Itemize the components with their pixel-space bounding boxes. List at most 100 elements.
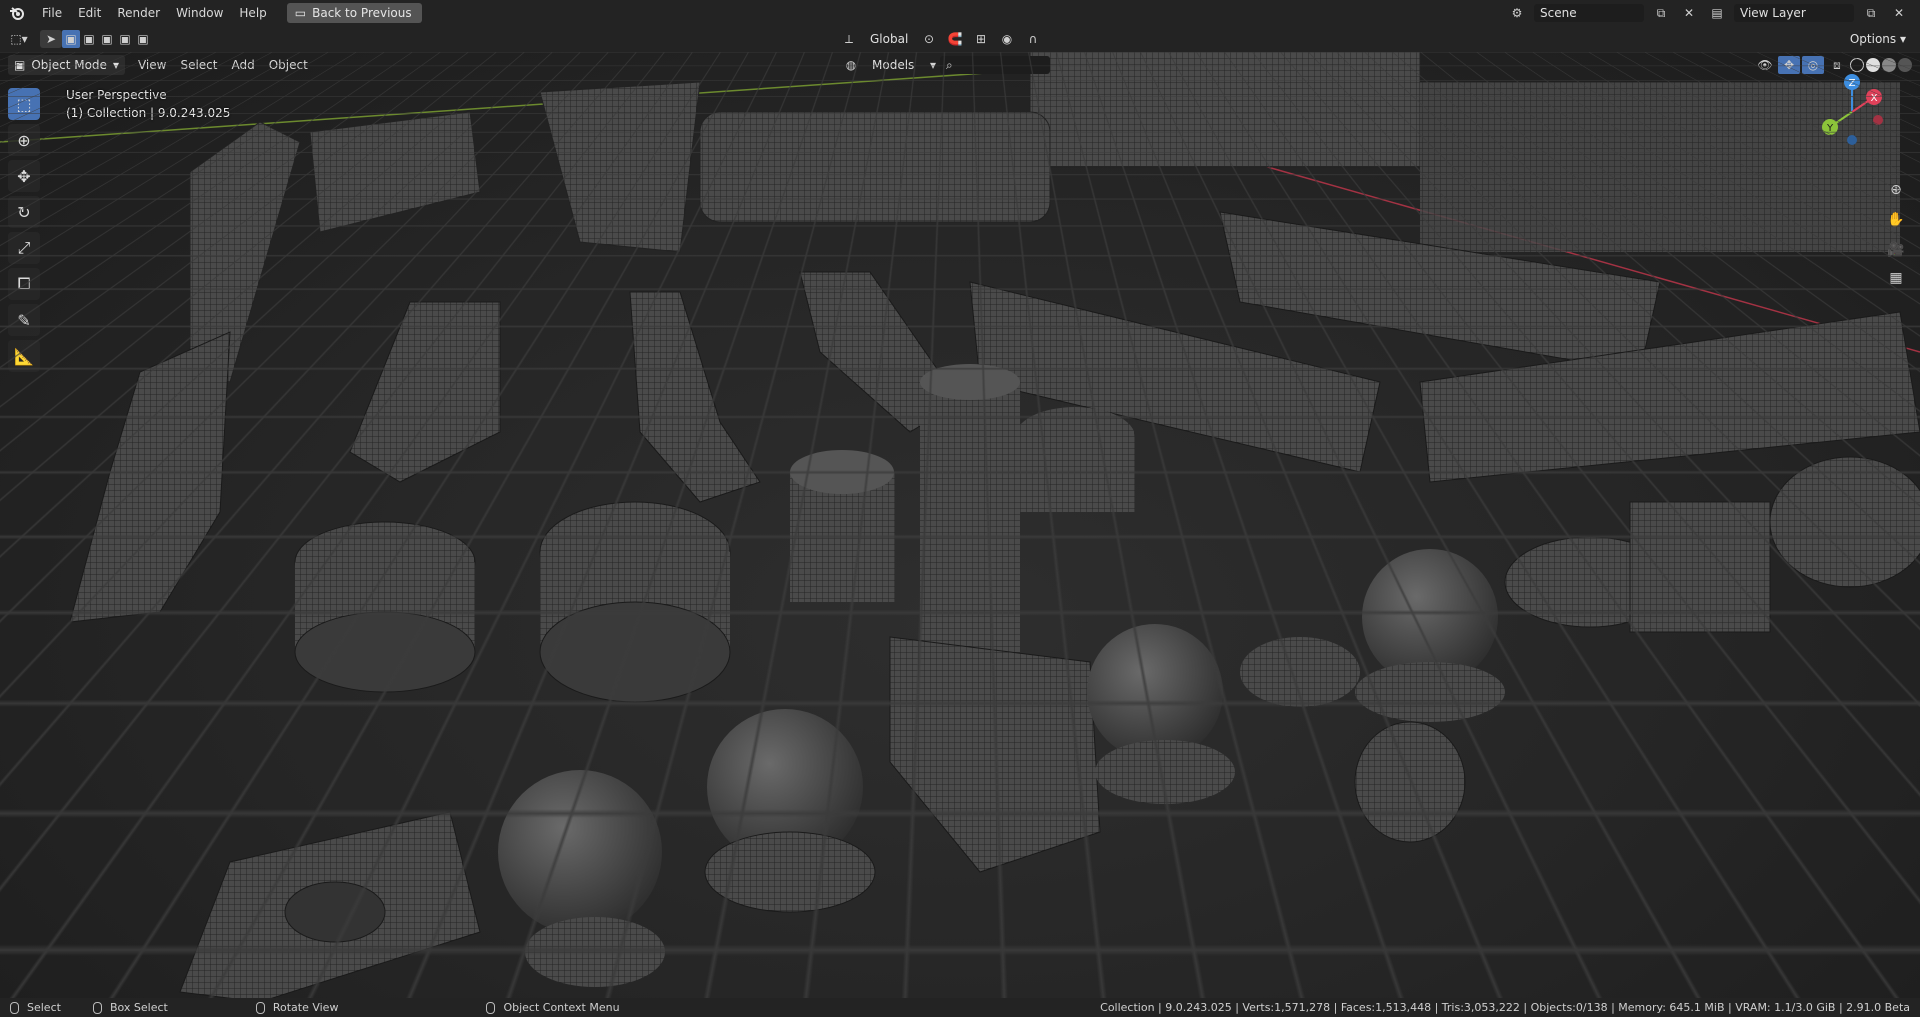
object-mode-select[interactable]: ▣ Object Mode ▾	[8, 55, 125, 75]
scene-controls: ⚙ Scene ⧉ ✕ ▤ View Layer ⧉ ✕	[1506, 0, 1920, 26]
navigation-gizmo[interactable]: Z Y X	[1812, 72, 1892, 152]
view-layer-field[interactable]: View Layer	[1734, 4, 1854, 22]
link-arm-left[interactable]	[69, 331, 231, 623]
status-rotate-view: Rotate View	[272, 1001, 339, 1014]
3d-viewport[interactable]: User Perspective (1) Collection | 9.0.24…	[0, 52, 1920, 998]
blender-logo-icon[interactable]	[0, 0, 34, 26]
transform-orientation-select[interactable]: Global	[864, 30, 914, 48]
options-dropdown[interactable]: Options ▾	[1844, 30, 1910, 48]
back-to-previous-button[interactable]: ▭ Back to Previous	[286, 3, 422, 23]
falloff-icon[interactable]: ∩	[1022, 30, 1044, 48]
options-group: Options ▾	[1844, 26, 1920, 52]
search-input[interactable]: ⌕	[940, 56, 1051, 74]
scale-icon[interactable]: ⤢	[8, 232, 40, 264]
view-layer-icon[interactable]: ▤	[1706, 4, 1728, 22]
status-select: Select	[27, 1001, 61, 1014]
delete-view-layer-icon[interactable]: ✕	[1888, 4, 1910, 22]
annotate-icon[interactable]: ✎	[8, 304, 40, 336]
square-housing[interactable]	[1629, 501, 1771, 633]
visibility-icon[interactable]: 👁	[1754, 56, 1776, 74]
menu-window[interactable]: Window	[168, 0, 231, 26]
orientation-icon[interactable]: ⟂	[838, 30, 860, 48]
menu-select[interactable]: Select	[173, 54, 224, 76]
rendered-shading-icon[interactable]	[1898, 58, 1912, 72]
viewport-header: ⬚▾ ➤ ▣ ▣ ▣ ▣ ▣ ⟂ Global ⊙ 🧲 ⊞ ◉ ∩ Option…	[0, 26, 1920, 52]
options-label: Options	[1849, 32, 1897, 46]
new-scene-icon[interactable]: ⧉	[1650, 4, 1672, 22]
object-mode-icon: ▣	[14, 58, 26, 72]
menu-view[interactable]: View	[131, 54, 173, 76]
scene-field[interactable]: Scene	[1534, 4, 1644, 22]
tall-stack[interactable]	[920, 382, 1020, 652]
delete-scene-icon[interactable]: ✕	[1678, 4, 1700, 22]
status-box-select: Box Select	[109, 1001, 168, 1014]
ball-joint-front[interactable]	[498, 770, 662, 934]
zoom-icon[interactable]: ⊕	[1884, 178, 1908, 202]
roller-assembly[interactable]	[699, 111, 1051, 223]
new-view-layer-icon[interactable]: ⧉	[1860, 4, 1882, 22]
solid-shading-icon[interactable]	[1866, 58, 1880, 72]
menu-help[interactable]: Help	[231, 0, 274, 26]
gizmo-toggle-icon[interactable]: ✥	[1778, 56, 1800, 74]
link-arm[interactable]	[349, 301, 501, 483]
menu-object[interactable]: Object	[262, 54, 315, 76]
gizmo-x-label: X	[1871, 93, 1878, 104]
menu-edit[interactable]: Edit	[70, 0, 109, 26]
select-mode-extend-icon[interactable]: ▣	[80, 30, 98, 48]
camera-icon[interactable]: 🎥	[1884, 238, 1908, 262]
view-layer-name: View Layer	[1740, 6, 1806, 20]
collection-info: (1) Collection | 9.0.243.025	[66, 106, 231, 120]
menu-render[interactable]: Render	[109, 0, 168, 26]
proportional-edit-icon[interactable]: ◉	[996, 30, 1018, 48]
elbow-pipe[interactable]	[309, 111, 481, 233]
fitting-cluster[interactable]	[539, 81, 701, 253]
scene-icon[interactable]: ⚙	[1506, 4, 1528, 22]
select-box-icon[interactable]: ⬚	[8, 88, 40, 120]
screen-icon: ▭	[294, 6, 307, 20]
clamp-bracket[interactable]	[889, 636, 1101, 873]
bracket-arm[interactable]	[629, 291, 761, 503]
select-tool-icon[interactable]: ➤	[40, 30, 62, 48]
material-shading-icon[interactable]	[1882, 58, 1896, 72]
transform-icon[interactable]: ⧠	[8, 268, 40, 300]
object-mode-label: Object Mode	[31, 58, 107, 72]
menu-add[interactable]: Add	[224, 54, 261, 76]
viewport-menu-row: ▣ Object Mode ▾ View Select Add Object	[8, 54, 315, 76]
editor-type-icon[interactable]: ⬚▾	[8, 30, 30, 48]
mouse-right-icon	[486, 1001, 496, 1014]
status-context-menu: Object Context Menu	[503, 1001, 620, 1014]
eye-ring[interactable]	[1354, 721, 1466, 843]
mouse-left-icon	[10, 1001, 19, 1014]
select-mode-subtract-icon[interactable]: ▣	[98, 30, 116, 48]
collection-filter-row: ◍ Models ▾ ⌕	[840, 54, 1051, 76]
snap-target-icon[interactable]: ⊞	[970, 30, 992, 48]
wireframe-shading-icon[interactable]	[1850, 58, 1864, 72]
ortho-grid-icon[interactable]: ▦	[1884, 266, 1908, 290]
end-cylinder[interactable]	[1769, 456, 1920, 588]
collection-filter-value: Models	[872, 58, 915, 72]
move-icon[interactable]: ✥	[8, 160, 40, 192]
flat-washer[interactable]	[1240, 637, 1360, 707]
cursor-icon[interactable]: ⊕	[8, 124, 40, 156]
rotate-icon[interactable]: ↻	[8, 196, 40, 228]
measure-icon[interactable]: 📐	[8, 340, 40, 372]
scene-statistics: Collection | 9.0.243.025 | Verts:1,571,2…	[1100, 1001, 1910, 1014]
scene-objects	[0, 52, 1920, 998]
back-to-previous-label: Back to Previous	[312, 6, 412, 20]
menu-file[interactable]: File	[34, 0, 70, 26]
select-mode-new-icon[interactable]: ▣	[62, 30, 80, 48]
machine-block[interactable]	[1029, 52, 1421, 168]
collection-filter-select[interactable]: Models	[866, 56, 926, 74]
snap-icon[interactable]: 🧲	[944, 30, 966, 48]
tool-shelf: ⬚ ⊕ ✥ ↻ ⤢ ⧠ ✎ 📐	[8, 88, 40, 372]
select-mode-invert-icon[interactable]: ▣	[116, 30, 134, 48]
globe-icon: ◍	[845, 58, 857, 72]
transform-orientation-value: Global	[870, 32, 909, 46]
pivot-icon[interactable]: ⊙	[918, 30, 940, 48]
select-mode-intersect-icon[interactable]: ▣	[134, 30, 152, 48]
top-menu-bar: File Edit Render Window Help ▭ Back to P…	[0, 0, 1920, 26]
ball-joint-mid[interactable]	[1087, 624, 1223, 760]
gizmo-y-label: Y	[1826, 123, 1834, 134]
pan-hand-icon[interactable]: ✋	[1884, 208, 1908, 232]
shading-modes	[1850, 58, 1912, 72]
